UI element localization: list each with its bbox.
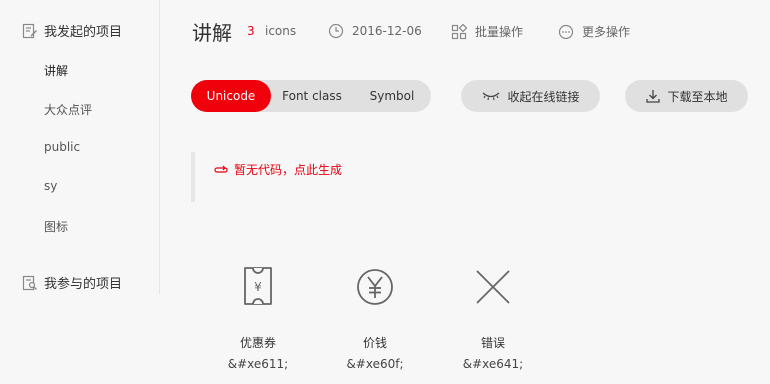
icon-count: 3 bbox=[247, 24, 255, 38]
grid-icon bbox=[451, 23, 467, 39]
icon-card-price[interactable]: 价钱 &#xe60f; bbox=[330, 262, 420, 371]
date-text: 2016-12-06 bbox=[352, 24, 422, 38]
joined-projects-label: 我参与的项目 bbox=[44, 277, 123, 292]
clock-icon bbox=[328, 23, 344, 39]
sidebar-item-dianping[interactable]: 大众点评 bbox=[44, 101, 92, 118]
more-dots-icon bbox=[558, 24, 574, 39]
download-local-label: 下载至本地 bbox=[667, 89, 728, 104]
icon-code: &#xe641; bbox=[462, 357, 524, 371]
sidebar-item-public[interactable]: public bbox=[44, 140, 80, 154]
my-projects-label: 我发起的项目 bbox=[44, 25, 123, 40]
more-operations-button[interactable]: 更多操作 bbox=[558, 23, 630, 40]
icon-card-coupon[interactable]: ¥ 优惠券 &#xe611; bbox=[213, 262, 303, 371]
svg-text:¥: ¥ bbox=[254, 280, 262, 294]
batch-operation-button[interactable]: 批量操作 bbox=[451, 23, 523, 40]
download-local-button[interactable]: 下载至本地 bbox=[625, 80, 748, 112]
more-operations-label: 更多操作 bbox=[582, 25, 631, 39]
close-icon bbox=[476, 270, 510, 304]
collapse-link-button[interactable]: 收起在线链接 bbox=[461, 80, 600, 112]
closed-eye-icon bbox=[483, 92, 500, 101]
search-doc-icon bbox=[22, 275, 37, 290]
icon-glyph-wrap bbox=[330, 262, 420, 312]
batch-operation-label: 批量操作 bbox=[475, 25, 524, 39]
sidebar: 我发起的项目 讲解 大众点评 public sy 图标 我参与的项目 bbox=[0, 0, 160, 294]
sidebar-item-jiangjie[interactable]: 讲解 bbox=[44, 62, 68, 79]
icon-code: &#xe60f; bbox=[346, 357, 404, 371]
tab-font-class[interactable]: Font class bbox=[271, 80, 353, 112]
coupon-icon: ¥ bbox=[244, 267, 272, 305]
icon-count-label: icons bbox=[265, 24, 297, 38]
created-date: 2016-12-06 bbox=[328, 23, 422, 39]
sidebar-item-tubiao[interactable]: 图标 bbox=[44, 218, 68, 235]
collapse-link-label: 收起在线链接 bbox=[507, 89, 580, 104]
refresh-icon bbox=[214, 165, 228, 173]
icon-glyph-wrap: ¥ bbox=[213, 262, 303, 312]
icon-name: 价钱 bbox=[362, 336, 387, 350]
joined-projects-heading[interactable]: 我参与的项目 bbox=[22, 273, 122, 292]
icon-glyph-wrap bbox=[448, 262, 538, 312]
code-format-tabs: Unicode Font class Symbol bbox=[191, 80, 431, 112]
page-title: 讲解 bbox=[192, 21, 232, 45]
download-icon bbox=[646, 90, 661, 103]
code-panel-border bbox=[191, 152, 195, 202]
yen-icon bbox=[357, 269, 393, 305]
icon-code: &#xe611; bbox=[227, 357, 289, 371]
edit-doc-icon bbox=[22, 23, 37, 38]
tab-symbol[interactable]: Symbol bbox=[353, 80, 431, 112]
sidebar-item-sy[interactable]: sy bbox=[44, 179, 57, 193]
icon-name: 错误 bbox=[480, 336, 505, 350]
my-projects-heading[interactable]: 我发起的项目 bbox=[22, 21, 122, 40]
icon-card-error[interactable]: 错误 &#xe641; bbox=[448, 262, 538, 371]
generate-code-text: 暂无代码，点此生成 bbox=[234, 163, 343, 177]
icon-name: 优惠券 bbox=[239, 336, 276, 350]
generate-code-link[interactable]: 暂无代码，点此生成 bbox=[214, 161, 342, 178]
tab-unicode[interactable]: Unicode bbox=[191, 80, 271, 112]
